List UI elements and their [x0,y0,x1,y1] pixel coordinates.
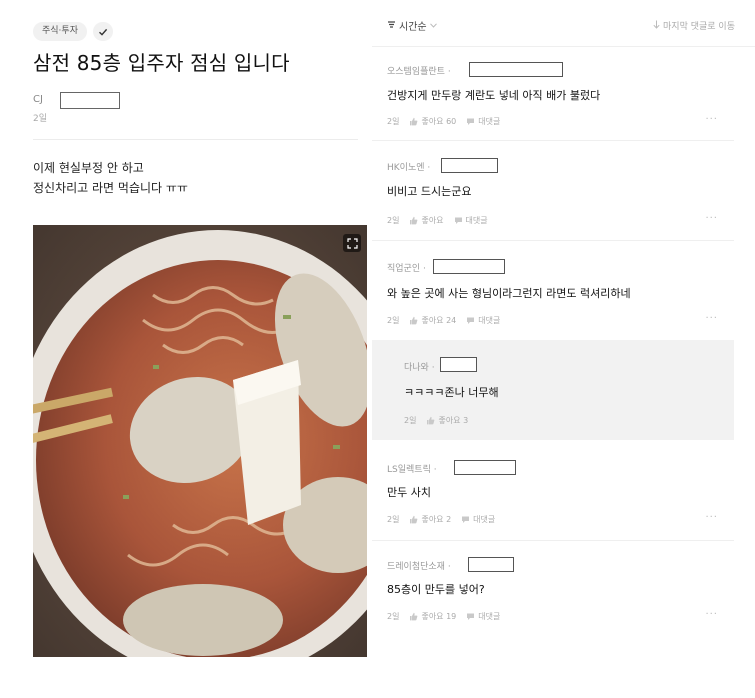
reply-button[interactable]: 대댓글 [466,116,500,127]
comment-author-company: LS일렉트릭 · [387,465,437,475]
thumbs-up-icon [410,515,418,524]
comment-author-company: HK이노엔 · [387,163,431,173]
chevron-down-icon [429,20,437,31]
sort-button[interactable]: 시간순 [387,18,437,33]
comment-meta: 2일 좋아요 60 대댓글 [387,116,500,127]
comment-item: LS일렉트릭 · 만두 사치 2일 좋아요 2 대댓글 ··· [372,440,734,541]
comment-meta: 2일 좋아요 3 [404,415,468,426]
comment-meta: 2일 좋아요 19 대댓글 [387,611,500,622]
comment-item: 드레이첨단소재 · 85층이 만두를 넣어? 2일 좋아요 19 대댓글 ··· [372,540,734,638]
more-options-icon[interactable]: ··· [705,313,718,324]
comment-date: 2일 [387,117,400,126]
comments-panel: 시간순 마지막 댓글로 이동 오스템임플란트 · 건방지게 만두랑 계란도 넣네… [372,0,755,698]
comment-item: HK이노엔 · 비비고 드시는군요 2일 좋아요 대댓글 ··· [372,140,734,241]
thumbs-up-icon [410,316,418,325]
redacted-nickname-box [454,460,516,475]
reply-icon [467,317,475,324]
like-button[interactable]: 좋아요 [409,215,444,226]
sort-icon [387,20,396,32]
comment-author-company: 오스템임플란트 · [387,67,451,77]
more-options-icon[interactable]: ··· [705,114,718,125]
redacted-nickname-box [469,62,563,77]
reply-button[interactable]: 대댓글 [461,514,495,525]
comment-date: 2일 [387,316,400,325]
post-author-company: CJ [33,94,43,105]
thumbs-up-icon [410,117,418,126]
post-panel: 주식·투자 삼전 85층 입주자 점심 입니다 CJ 2일 이제 현실부정 안 … [0,0,372,698]
ramen-bowl-image [33,225,367,657]
comment-text: 85층이 만두를 넣어? [387,583,485,596]
more-options-icon[interactable]: ··· [705,609,718,620]
comment-meta: 2일 좋아요 대댓글 [387,215,488,226]
thumbs-up-icon [410,216,418,225]
jump-to-last-comment-link[interactable]: 마지막 댓글로 이동 [653,19,735,32]
post-title: 삼전 85층 입주자 점심 입니다 [33,51,290,75]
like-button[interactable]: 좋아요 2 [409,514,451,525]
reply-button[interactable]: 대댓글 [454,215,488,226]
comment-text: 와 높은 곳에 사는 형님이라그런지 라면도 럭셔리하네 [387,287,631,300]
thumbs-up-icon [410,612,418,621]
reply-icon [462,516,470,523]
arrow-down-icon [653,20,660,32]
comment-text: 비비고 드시는군요 [387,185,472,198]
comment-date: 2일 [387,612,400,621]
post-body-line: 이제 현실부정 안 하고 [33,161,144,175]
comment-text: ㅋㅋㅋㅋ존나 너무해 [404,386,499,399]
like-button[interactable]: 좋아요 60 [409,116,456,127]
comment-item: 오스템임플란트 · 건방지게 만두랑 계란도 넣네 아직 배가 불렀다 2일 좋… [372,47,734,141]
reply-icon [467,613,475,620]
comment-text: 건방지게 만두랑 계란도 넣네 아직 배가 불렀다 [387,89,601,102]
reply-icon [467,118,475,125]
thumbs-up-icon [427,416,435,425]
sort-label: 시간순 [399,22,427,33]
divider [33,139,358,140]
reply-button[interactable]: 대댓글 [466,611,500,622]
like-button[interactable]: 좋아요 24 [409,315,456,326]
like-button[interactable]: 좋아요 3 [426,415,468,426]
reply-comment-item: 다나와 · ㅋㅋㅋㅋ존나 너무해 2일 좋아요 3 [372,340,734,440]
check-icon[interactable] [92,22,113,41]
post-body-line: 정신차리고 라면 먹습니다 ㅠㅠ [33,181,188,195]
jump-label: 마지막 댓글로 이동 [663,22,735,32]
like-button[interactable]: 좋아요 19 [409,611,456,622]
comment-item: 직업군인 · 와 높은 곳에 사는 형님이라그런지 라면도 럭셔리하네 2일 좋… [372,240,734,341]
comment-meta: 2일 좋아요 2 대댓글 [387,514,495,525]
post-date: 2일 [33,114,48,124]
post-body: 이제 현실부정 안 하고 정신차리고 라면 먹습니다 ㅠㅠ [33,158,188,198]
comment-meta: 2일 좋아요 24 대댓글 [387,315,500,326]
redacted-nickname-box [60,92,120,109]
comment-author-company: 드레이첨단소재 · [387,562,451,572]
redacted-nickname-box [433,259,505,274]
comment-sort-bar: 시간순 마지막 댓글로 이동 [372,0,755,47]
comment-date: 2일 [387,216,400,225]
comment-author-company: 다나와 · [404,363,435,373]
comment-date: 2일 [387,515,400,524]
topic-row: 주식·투자 [33,22,113,41]
redacted-nickname-box [441,158,498,173]
redacted-nickname-box [440,357,477,372]
expand-icon[interactable] [343,234,361,252]
ramen-photo[interactable] [33,225,367,657]
reply-icon [454,217,462,224]
topic-chip[interactable]: 주식·투자 [33,22,87,41]
comment-text: 만두 사치 [387,486,431,499]
comment-author-company: 직업군인 · [387,264,426,274]
comment-date: 2일 [404,416,417,425]
more-options-icon[interactable]: ··· [705,512,718,523]
redacted-nickname-box [468,557,514,572]
more-options-icon[interactable]: ··· [705,213,718,224]
reply-button[interactable]: 대댓글 [466,315,500,326]
